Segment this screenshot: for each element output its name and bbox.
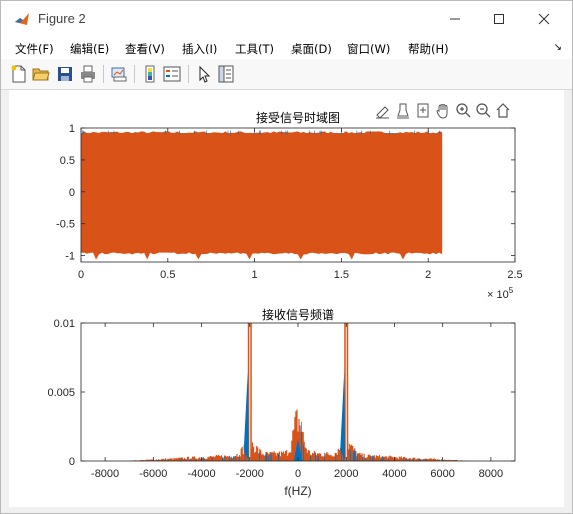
y-tick-label: 0 [69, 187, 75, 199]
menu-tools[interactable]: 工具(T) [235, 41, 274, 57]
close-button[interactable] [524, 7, 564, 31]
y-tick-label: 1 [69, 123, 75, 135]
menu-help[interactable]: 帮助(H) [408, 41, 449, 57]
open-folder-icon[interactable] [32, 65, 50, 83]
maximize-button[interactable] [479, 7, 519, 31]
dock-arrow-icon[interactable]: ↘ [554, 42, 562, 53]
maximize-icon [494, 14, 504, 24]
menu-window[interactable]: 窗口(W) [347, 41, 390, 57]
toolbar-separator [103, 65, 104, 83]
toolbar-separator [134, 65, 135, 83]
zoom-in-icon[interactable] [455, 102, 472, 119]
chart-title: 接收信号频谱 [262, 307, 334, 322]
menu-edit[interactable]: 编辑(E) [70, 41, 109, 57]
x-tick-label: 2 [425, 269, 431, 281]
pan-icon[interactable] [435, 102, 452, 119]
home-icon[interactable] [495, 102, 512, 119]
x-axis-label: f(HZ) [284, 484, 311, 498]
toolbar-separator [188, 65, 189, 83]
y-tick-label: 0.005 [47, 387, 75, 399]
figure-canvas: 0 0.5 1 1.5 2 2.5 1 0.5 0 -0.5 -1 接受信号时域图 × 105 -8… [9, 90, 564, 507]
x-tick-label: 8000 [479, 468, 503, 480]
x-tick-label: 1.5 [334, 269, 349, 281]
minimize-icon [450, 18, 460, 20]
x-tick-label: 1 [252, 269, 258, 281]
save-icon[interactable] [56, 65, 74, 83]
window-title: Figure 2 [38, 11, 86, 26]
x-tick-label: 0 [78, 269, 84, 281]
x-tick-label: 0.5 [160, 269, 175, 281]
x-tick-label: -4000 [187, 468, 215, 480]
y-tick-label: -1 [65, 251, 75, 263]
menu-insert[interactable]: 插入(I) [182, 41, 217, 57]
signal-area [81, 130, 443, 260]
edit-plot-arrow-icon[interactable] [195, 65, 213, 83]
x-tick-label: 6000 [430, 468, 454, 480]
close-icon [538, 13, 550, 25]
x-tick-label: 4000 [382, 468, 406, 480]
spectrum-axes[interactable]: -8000 -6000 -4000 -2000 0 2000 4000 6000 8000 0.0… [47, 307, 516, 498]
figure-window: Figure 2 文件(F) 编辑(E) 查看(V) 插入(I) 工具(T) 桌… [0, 0, 573, 514]
x-tick-label: 2.5 [507, 269, 522, 281]
menu-file[interactable]: 文件(F) [15, 41, 54, 57]
y-tick-label: 0.01 [54, 318, 75, 330]
figure-plots: 0 0.5 1 1.5 2 2.5 1 0.5 0 -0.5 -1 接受信号时域图 × 105 -8… [47, 102, 523, 498]
minimize-button[interactable] [435, 7, 475, 31]
zoom-out-icon[interactable] [475, 102, 492, 119]
menu-desktop[interactable]: 桌面(D) [291, 41, 332, 57]
y-tick-label: -0.5 [56, 219, 75, 231]
axes-toolbar [375, 102, 512, 119]
link-plot-icon[interactable] [110, 65, 128, 83]
figure-toolbar [1, 59, 572, 90]
title-bar[interactable]: Figure 2 [1, 1, 572, 37]
brush-icon[interactable] [375, 102, 392, 119]
chart-title: 接受信号时域图 [256, 110, 340, 125]
time-domain-axes[interactable]: 0 0.5 1 1.5 2 2.5 1 0.5 0 -0.5 -1 接受信号时域图 × 105 [56, 110, 523, 301]
data-tips-icon[interactable] [395, 102, 412, 119]
series-2-area [81, 131, 443, 260]
matlab-logo-icon [14, 11, 30, 27]
new-figure-icon[interactable] [10, 65, 28, 83]
insert-legend-icon[interactable] [163, 65, 181, 83]
x-tick-label: -6000 [139, 468, 167, 480]
insert-colorbar-icon[interactable] [141, 65, 159, 83]
x-tick-label: 0 [295, 468, 301, 480]
export-icon[interactable] [415, 102, 432, 119]
x-tick-label: -2000 [236, 468, 264, 480]
menu-bar: 文件(F) 编辑(E) 查看(V) 插入(I) 工具(T) 桌面(D) 窗口(W… [1, 37, 572, 59]
x-tick-label: 2000 [334, 468, 358, 480]
y-tick-label: 0 [69, 456, 75, 468]
property-inspector-icon[interactable] [217, 65, 235, 83]
y-tick-label: 0.5 [60, 155, 75, 167]
menu-view[interactable]: 查看(V) [125, 41, 165, 57]
x-tick-label: -8000 [91, 468, 119, 480]
print-icon[interactable] [79, 65, 97, 83]
x-exponent-label: × 105 [487, 286, 514, 301]
